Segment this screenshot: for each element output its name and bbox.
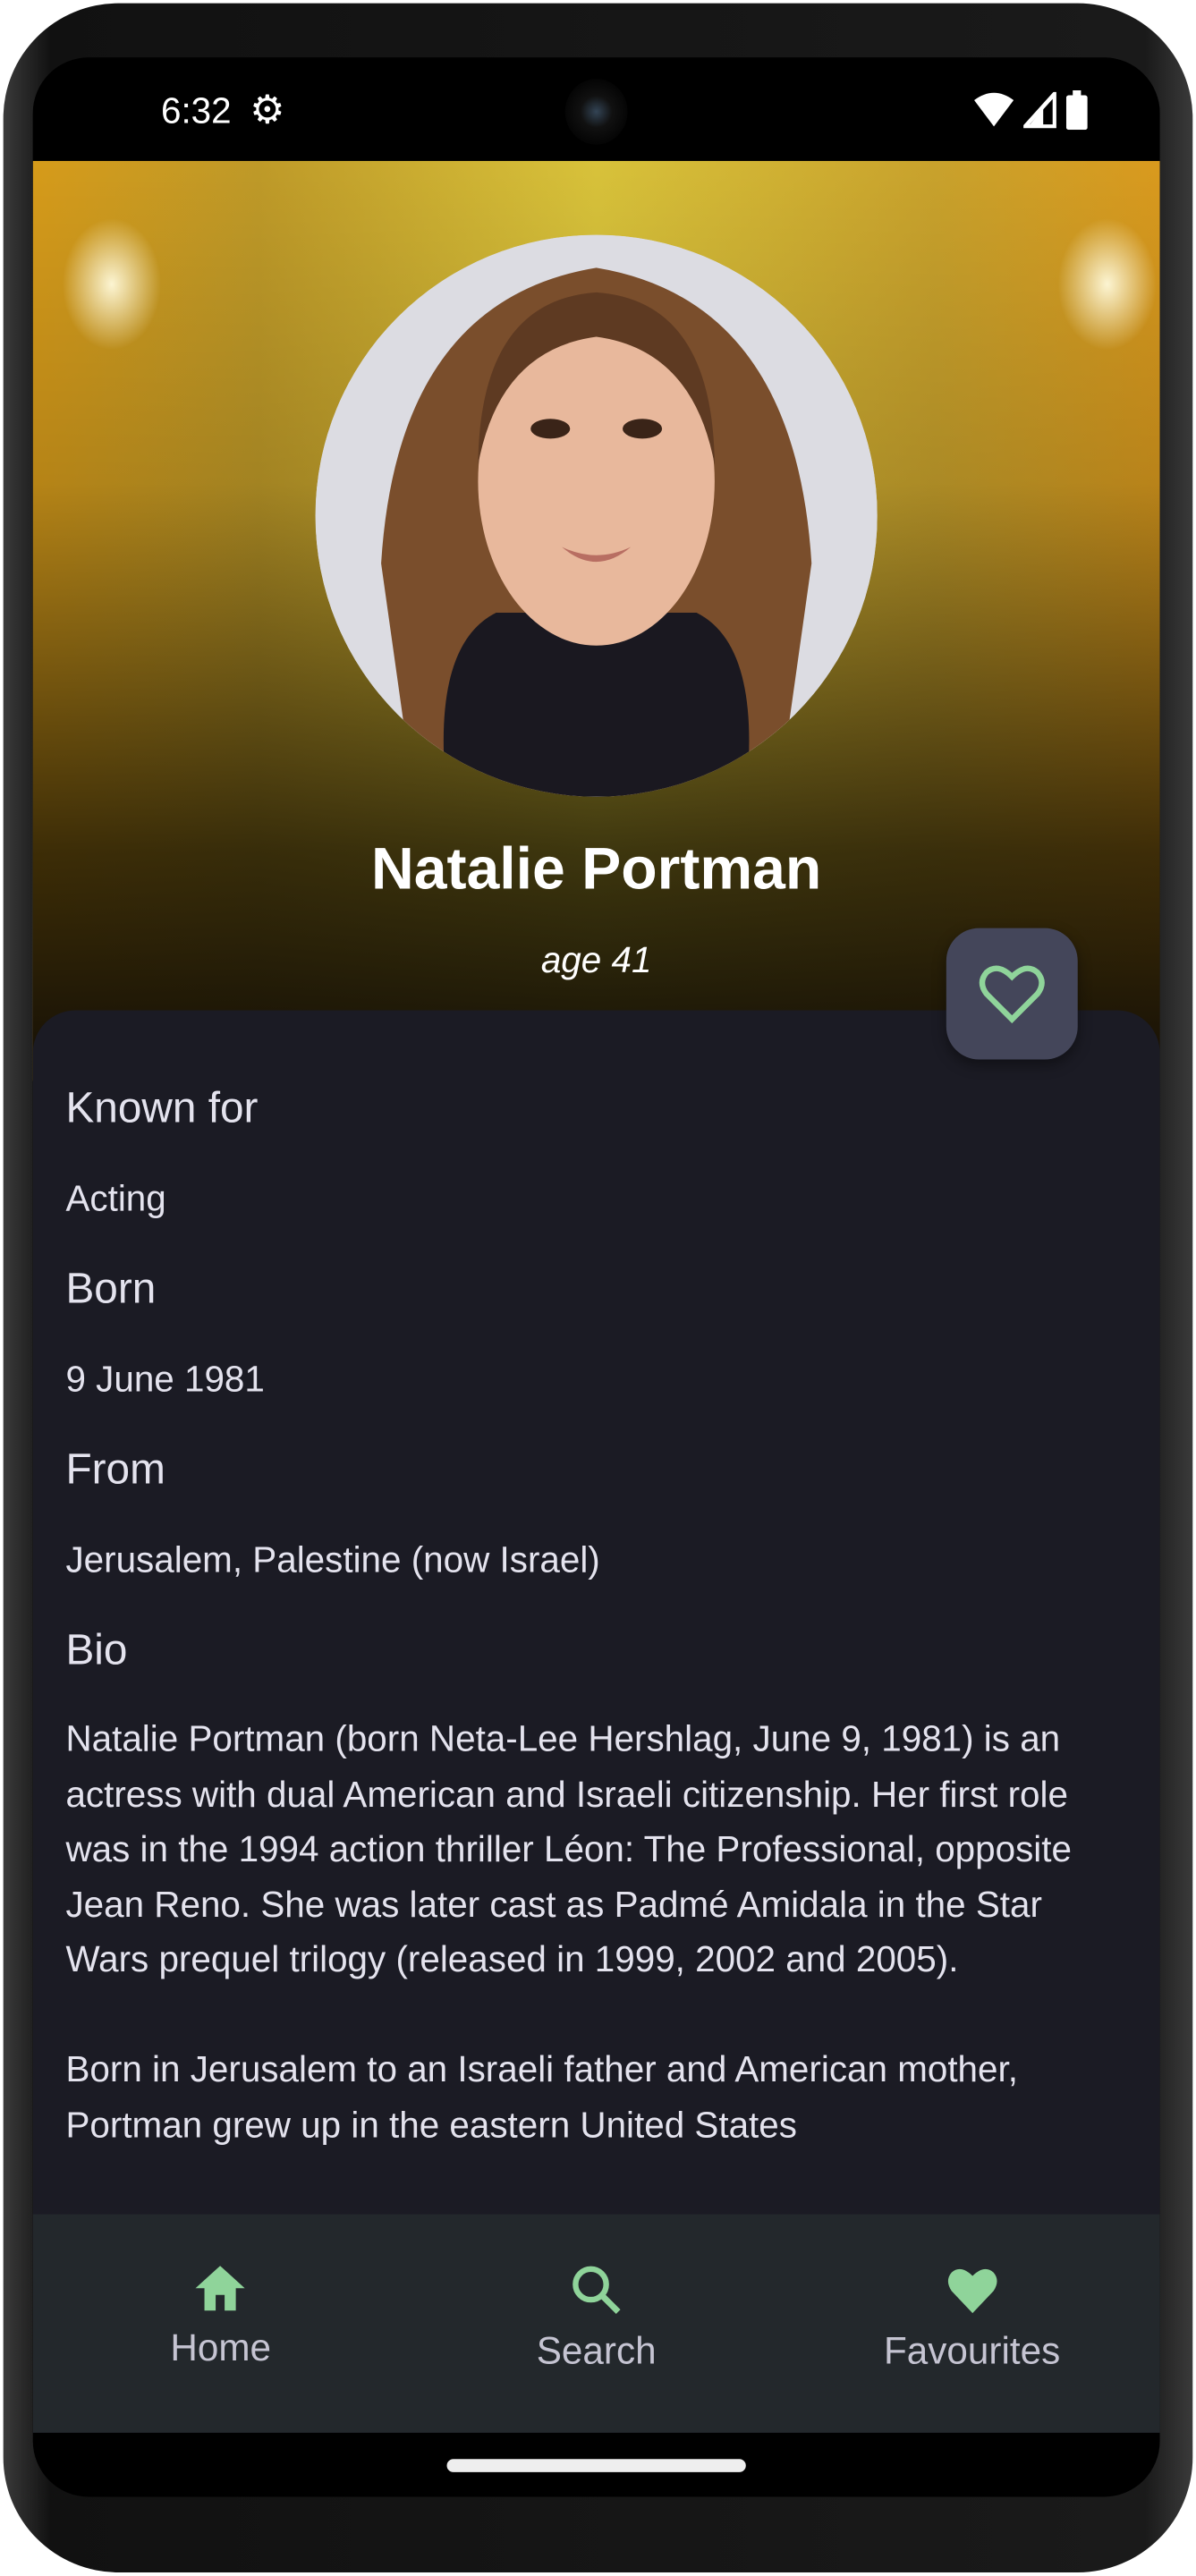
heart-outline-icon (979, 965, 1045, 1024)
signal-icon (1023, 91, 1056, 129)
profile-photo (315, 234, 878, 797)
gear-icon: ⚙ (250, 89, 285, 133)
from-label: From (65, 1444, 165, 1494)
home-icon (196, 2266, 246, 2311)
search-icon (573, 2266, 621, 2314)
battery-icon (1065, 90, 1088, 131)
nav-home-label: Home (170, 2326, 272, 2369)
profile-name: Natalie Portman (370, 834, 822, 902)
bio-text: Natalie Portman (born Neta-Lee Hershlag,… (65, 1712, 1133, 2152)
status-bar: 6:32 ⚙ (32, 57, 1160, 161)
nav-home[interactable]: Home (33, 2215, 409, 2433)
heart-icon (947, 2268, 997, 2314)
bio-label: Bio (65, 1624, 128, 1674)
favourite-button[interactable] (946, 928, 1078, 1060)
bio-paragraph: Natalie Portman (born Neta-Lee Hershlag,… (65, 1717, 1072, 1979)
nav-favourites-label: Favourites (884, 2329, 1061, 2372)
nav-search[interactable]: Search (409, 2215, 785, 2433)
wifi-icon (974, 92, 1014, 127)
nav-favourites[interactable]: Favourites (785, 2215, 1160, 2433)
from-value: Jerusalem, Palestine (now Israel) (65, 1538, 600, 1580)
nav-search-label: Search (536, 2329, 657, 2372)
front-camera (564, 79, 628, 145)
known-for-label: Known for (65, 1082, 259, 1132)
born-label: Born (65, 1263, 157, 1313)
status-time: 6:32 (160, 90, 232, 131)
known-for-value: Acting (65, 1177, 166, 1219)
bio-paragraph: Born in Jerusalem to an Israeli father a… (65, 2048, 1018, 2145)
home-indicator[interactable] (446, 2459, 746, 2472)
details-card: Known for Acting Born 9 June 1981 From J… (32, 1010, 1160, 2259)
screen: 6:32 ⚙ Natalie Portman age 41 Known for … (32, 57, 1160, 2497)
bottom-nav: Home Search Favourites (32, 2214, 1160, 2433)
born-value: 9 June 1981 (65, 1358, 265, 1400)
